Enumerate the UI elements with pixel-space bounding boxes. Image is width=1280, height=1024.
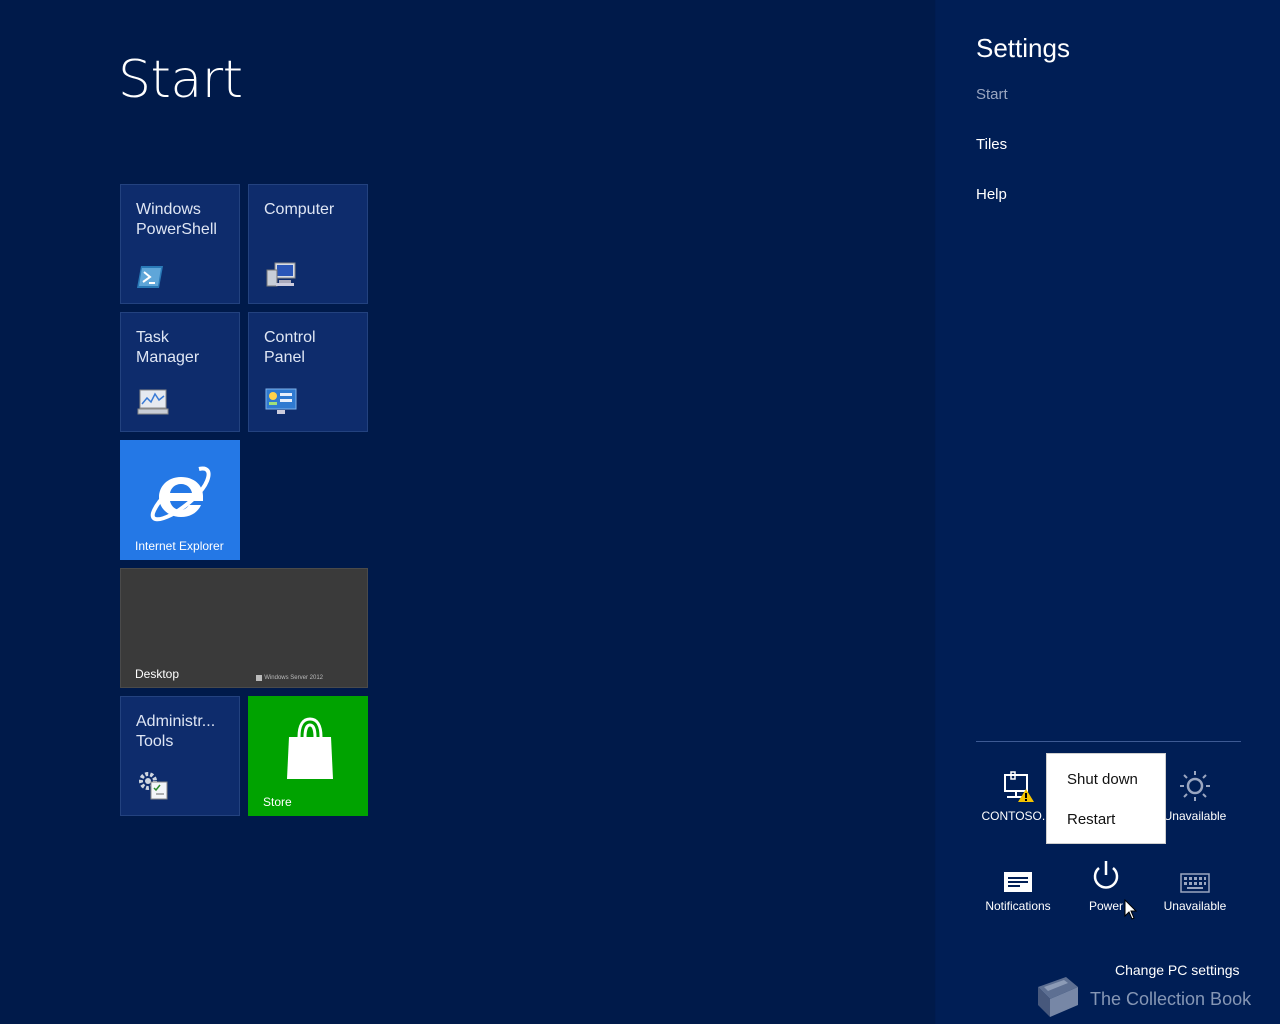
- settings-divider: [976, 741, 1241, 742]
- shut-down-menu-item[interactable]: Shut down: [1067, 771, 1138, 788]
- notifications-button[interactable]: Notifications: [973, 859, 1063, 913]
- tile-internet-explorer[interactable]: Internet Explorer: [120, 440, 240, 560]
- tile-desktop[interactable]: Desktop Windows Server 2012: [120, 568, 368, 688]
- tile-label: Desktop: [135, 667, 180, 681]
- powershell-icon: [137, 266, 163, 293]
- book-icon: [1030, 975, 1080, 1023]
- power-menu: Shut down Restart: [1046, 753, 1166, 844]
- windows-server-brand-text: Windows Server 2012: [264, 675, 323, 681]
- windows-server-brand: Windows Server 2012: [256, 675, 323, 681]
- notifications-icon: [973, 859, 1063, 893]
- tile-label: Windows PowerShell: [136, 201, 217, 238]
- settings-title: Settings: [976, 33, 1070, 63]
- tile-administrative-tools[interactable]: Administr... Tools: [120, 696, 240, 816]
- internet-explorer-icon: [149, 463, 213, 530]
- computer-icon: [265, 262, 297, 293]
- settings-link-help[interactable]: Help: [976, 186, 1007, 203]
- notifications-label: Notifications: [985, 899, 1051, 913]
- tile-label: Computer: [264, 201, 335, 218]
- control-panel-icon: [265, 388, 297, 421]
- tile-label: Administr... Tools: [136, 713, 216, 750]
- tile-windows-powershell[interactable]: Windows PowerShell: [120, 184, 240, 304]
- tile-label: Control Panel: [264, 329, 316, 366]
- keyboard-label: Unavailable: [1163, 899, 1227, 913]
- tile-label: Store: [263, 795, 292, 809]
- start-title: Start: [118, 50, 243, 110]
- mouse-cursor-icon: [1124, 898, 1138, 925]
- watermark: The Collection Book: [1030, 976, 1270, 1022]
- tile-label: Task Manager: [136, 329, 200, 366]
- power-icon: [1061, 859, 1151, 893]
- tile-store[interactable]: Store: [248, 696, 368, 816]
- store-bag-icon: [285, 717, 335, 788]
- settings-subtitle: Start: [976, 86, 1008, 103]
- administrative-tools-icon: [137, 770, 169, 805]
- watermark-text: The Collection Book: [1090, 988, 1252, 1009]
- tile-control-panel[interactable]: Control Panel: [248, 312, 368, 432]
- tile-computer[interactable]: Computer: [248, 184, 368, 304]
- keyboard-icon: [1150, 859, 1240, 893]
- settings-link-tiles[interactable]: Tiles: [976, 136, 1007, 153]
- tile-label: Internet Explorer: [135, 539, 224, 553]
- restart-menu-item[interactable]: Restart: [1067, 811, 1115, 828]
- task-manager-icon: [137, 388, 169, 421]
- tile-task-manager[interactable]: Task Manager: [120, 312, 240, 432]
- keyboard-button[interactable]: Unavailable: [1150, 859, 1240, 913]
- windows-logo-icon: [256, 675, 263, 681]
